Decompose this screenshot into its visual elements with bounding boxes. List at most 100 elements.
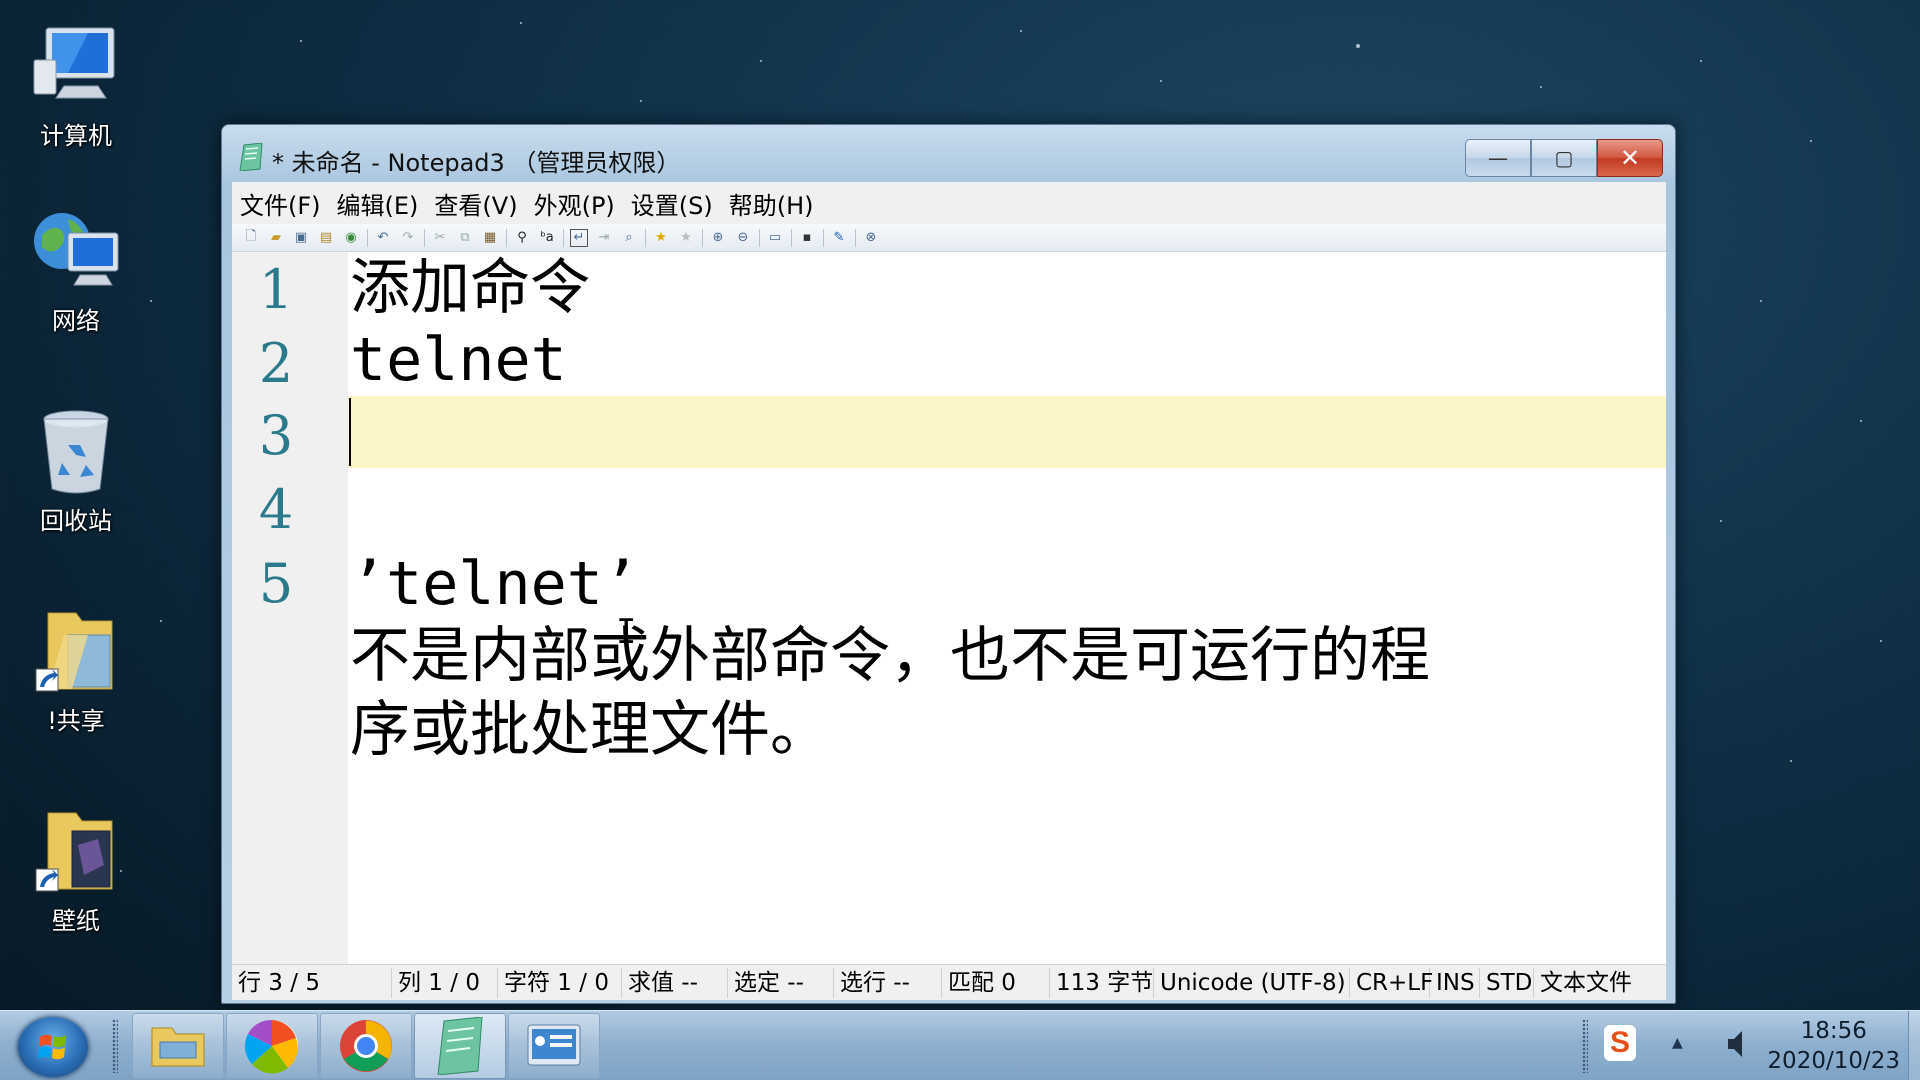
notepad3-window: * 未命名 - Notepad3 （管理员权限） — ▢ ✕ 文件(F) 编辑(… — [221, 124, 1676, 1004]
window-title: * 未命名 - Notepad3 （管理员权限） — [272, 149, 681, 177]
text-caret — [349, 398, 351, 466]
schema-icon[interactable]: ▭ — [766, 229, 784, 247]
desktop-icon-label: 回收站 — [40, 507, 112, 535]
recycle-bin-icon — [28, 405, 124, 497]
desktop-icon-label: !共享 — [47, 707, 105, 735]
taskbar-control-panel[interactable] — [508, 1013, 600, 1079]
desktop-icon-network[interactable]: 网络 — [20, 205, 132, 355]
status-ins[interactable]: INS — [1430, 967, 1480, 998]
desktop-icon-label: 壁纸 — [52, 907, 100, 935]
menu-help[interactable]: 帮助(H) — [729, 186, 814, 221]
maximize-button[interactable]: ▢ — [1531, 139, 1597, 177]
ibeam-cursor-icon: I — [616, 612, 637, 652]
close-icon: ✕ — [1619, 144, 1641, 172]
desktop-icon-computer[interactable]: 计算机 — [20, 20, 132, 170]
zoom-find-icon[interactable]: ⌕ — [620, 229, 638, 247]
status-char: 字符 1 / 0 — [498, 967, 622, 998]
shared-folder-shortcut-icon — [28, 605, 124, 697]
pin-icon[interactable]: ✎ — [830, 229, 848, 247]
screen-icon[interactable]: ▪ — [798, 229, 816, 247]
menu-settings[interactable]: 设置(S) — [631, 186, 713, 221]
editor-line-5-wrap-1: 不是内部或外部命令，也不是可运行的程 — [350, 621, 1430, 691]
status-std[interactable]: STD — [1480, 967, 1534, 998]
save-as-icon[interactable]: ▤ — [317, 229, 335, 247]
start-button[interactable] — [18, 1017, 88, 1077]
save-icon[interactable]: ▣ — [292, 229, 310, 247]
status-selection: 选定 -- — [728, 967, 834, 998]
photos-pinwheel-icon — [244, 1019, 298, 1074]
status-encoding[interactable]: Unicode (UTF-8) — [1154, 967, 1350, 998]
taskbar-grip[interactable] — [112, 1019, 118, 1073]
control-panel-icon — [527, 1024, 581, 1066]
toolbar-separator — [506, 228, 507, 247]
exit-icon[interactable]: ⊗ — [862, 229, 880, 247]
status-eol[interactable]: CR+LF — [1350, 967, 1433, 998]
copy-icon[interactable]: ⧉ — [456, 229, 474, 247]
goto-icon[interactable]: ⇥ — [595, 229, 613, 247]
toolbar-separator — [823, 228, 824, 247]
favorite-icon[interactable]: ★ — [677, 229, 695, 247]
toolbar-separator — [791, 228, 792, 247]
tray-grip[interactable] — [1582, 1019, 1588, 1073]
volume-icon[interactable] — [1726, 1027, 1750, 1061]
zoom-in-icon[interactable]: ⊕ — [709, 229, 727, 247]
desktop-icon-shared[interactable]: !共享 — [20, 605, 132, 755]
new-file-icon[interactable]: 🗋 — [242, 229, 260, 247]
clock-date: 2020/10/23 — [1767, 1048, 1900, 1074]
tray-expand-icon[interactable]: ▲ — [1672, 1035, 1683, 1051]
zoom-out-icon[interactable]: ⊖ — [734, 229, 752, 247]
toolbar-separator — [855, 228, 856, 247]
desktop-icon-wallpaper[interactable]: 壁纸 — [20, 805, 132, 955]
cut-icon[interactable]: ✂ — [431, 229, 449, 247]
minimize-icon: — — [1488, 146, 1508, 170]
line-number-gutter: 1 2 3 4 5 — [232, 252, 348, 964]
desktop-icon-recycle-bin[interactable]: 回收站 — [20, 405, 132, 555]
toolbar-separator — [759, 228, 760, 247]
taskbar: S ▲ 18:56 2020/10/23 — [0, 1010, 1920, 1080]
tray-clock[interactable]: 18:56 2020/10/23 — [1767, 1016, 1900, 1076]
taskbar-photos[interactable] — [226, 1013, 318, 1079]
current-line-highlight — [348, 396, 1666, 468]
notepad3-icon — [437, 1017, 483, 1075]
editor-line-1: 添加命令 — [350, 253, 590, 323]
revert-icon[interactable]: ◉ — [342, 229, 360, 247]
text-editor[interactable]: 1 2 3 4 5 添加命令 telnet ’telnet’ 不是内部或外部命令… — [232, 252, 1666, 964]
windows-logo-icon — [38, 1034, 66, 1060]
taskbar-notepad3[interactable] — [414, 1013, 506, 1079]
title-bar[interactable]: * 未命名 - Notepad3 （管理员权限） — ▢ ✕ — [222, 125, 1675, 181]
taskbar-chrome[interactable] — [320, 1013, 412, 1079]
maximize-icon: ▢ — [1554, 146, 1574, 170]
menu-appearance[interactable]: 外观(P) — [534, 186, 615, 221]
menu-view[interactable]: 查看(V) — [434, 186, 517, 221]
toolbar: 🗋 ▰ ▣ ▤ ◉ ↶ ↷ ✂ ⧉ ▦ ⚲ ᵇa ↵ ⇥ ⌕ ★ ★ ⊕ ⊖ ▭… — [232, 224, 1666, 252]
notepad3-icon — [238, 142, 264, 172]
menu-bar: 文件(F) 编辑(E) 查看(V) 外观(P) 设置(S) 帮助(H) — [232, 182, 1666, 224]
menu-edit[interactable]: 编辑(E) — [337, 186, 419, 221]
line-number: 3 — [258, 404, 294, 467]
editor-line-2: telnet — [350, 325, 567, 395]
find-icon[interactable]: ⚲ — [513, 229, 531, 247]
menu-file[interactable]: 文件(F) — [240, 186, 321, 221]
taskbar-file-explorer[interactable] — [132, 1013, 224, 1079]
paste-icon[interactable]: ▦ — [481, 229, 499, 247]
file-explorer-icon — [151, 1027, 205, 1067]
open-icon[interactable]: ▰ — [267, 229, 285, 247]
redo-icon[interactable]: ↷ — [399, 229, 417, 247]
favorite-add-icon[interactable]: ★ — [652, 229, 670, 247]
status-file-type[interactable]: 文本文件 — [1534, 968, 1642, 998]
network-icon — [28, 205, 124, 297]
status-line: 行 3 / 5 — [232, 967, 392, 998]
editor-line-5: ’telnet’ — [350, 549, 639, 619]
close-button[interactable]: ✕ — [1597, 139, 1663, 177]
desktop-icon-label: 计算机 — [40, 122, 112, 150]
line-number: 1 — [258, 258, 294, 321]
desktop-icon-label: 网络 — [52, 307, 100, 335]
show-desktop-button[interactable] — [1908, 1011, 1920, 1080]
undo-icon[interactable]: ↶ — [374, 229, 392, 247]
minimize-button[interactable]: — — [1465, 139, 1531, 177]
computer-icon — [28, 20, 124, 112]
status-selected-lines: 选行 -- — [834, 967, 942, 998]
replace-icon[interactable]: ᵇa — [538, 229, 556, 247]
word-wrap-icon[interactable]: ↵ — [570, 228, 588, 247]
ime-sogou-icon[interactable]: S — [1604, 1025, 1636, 1061]
